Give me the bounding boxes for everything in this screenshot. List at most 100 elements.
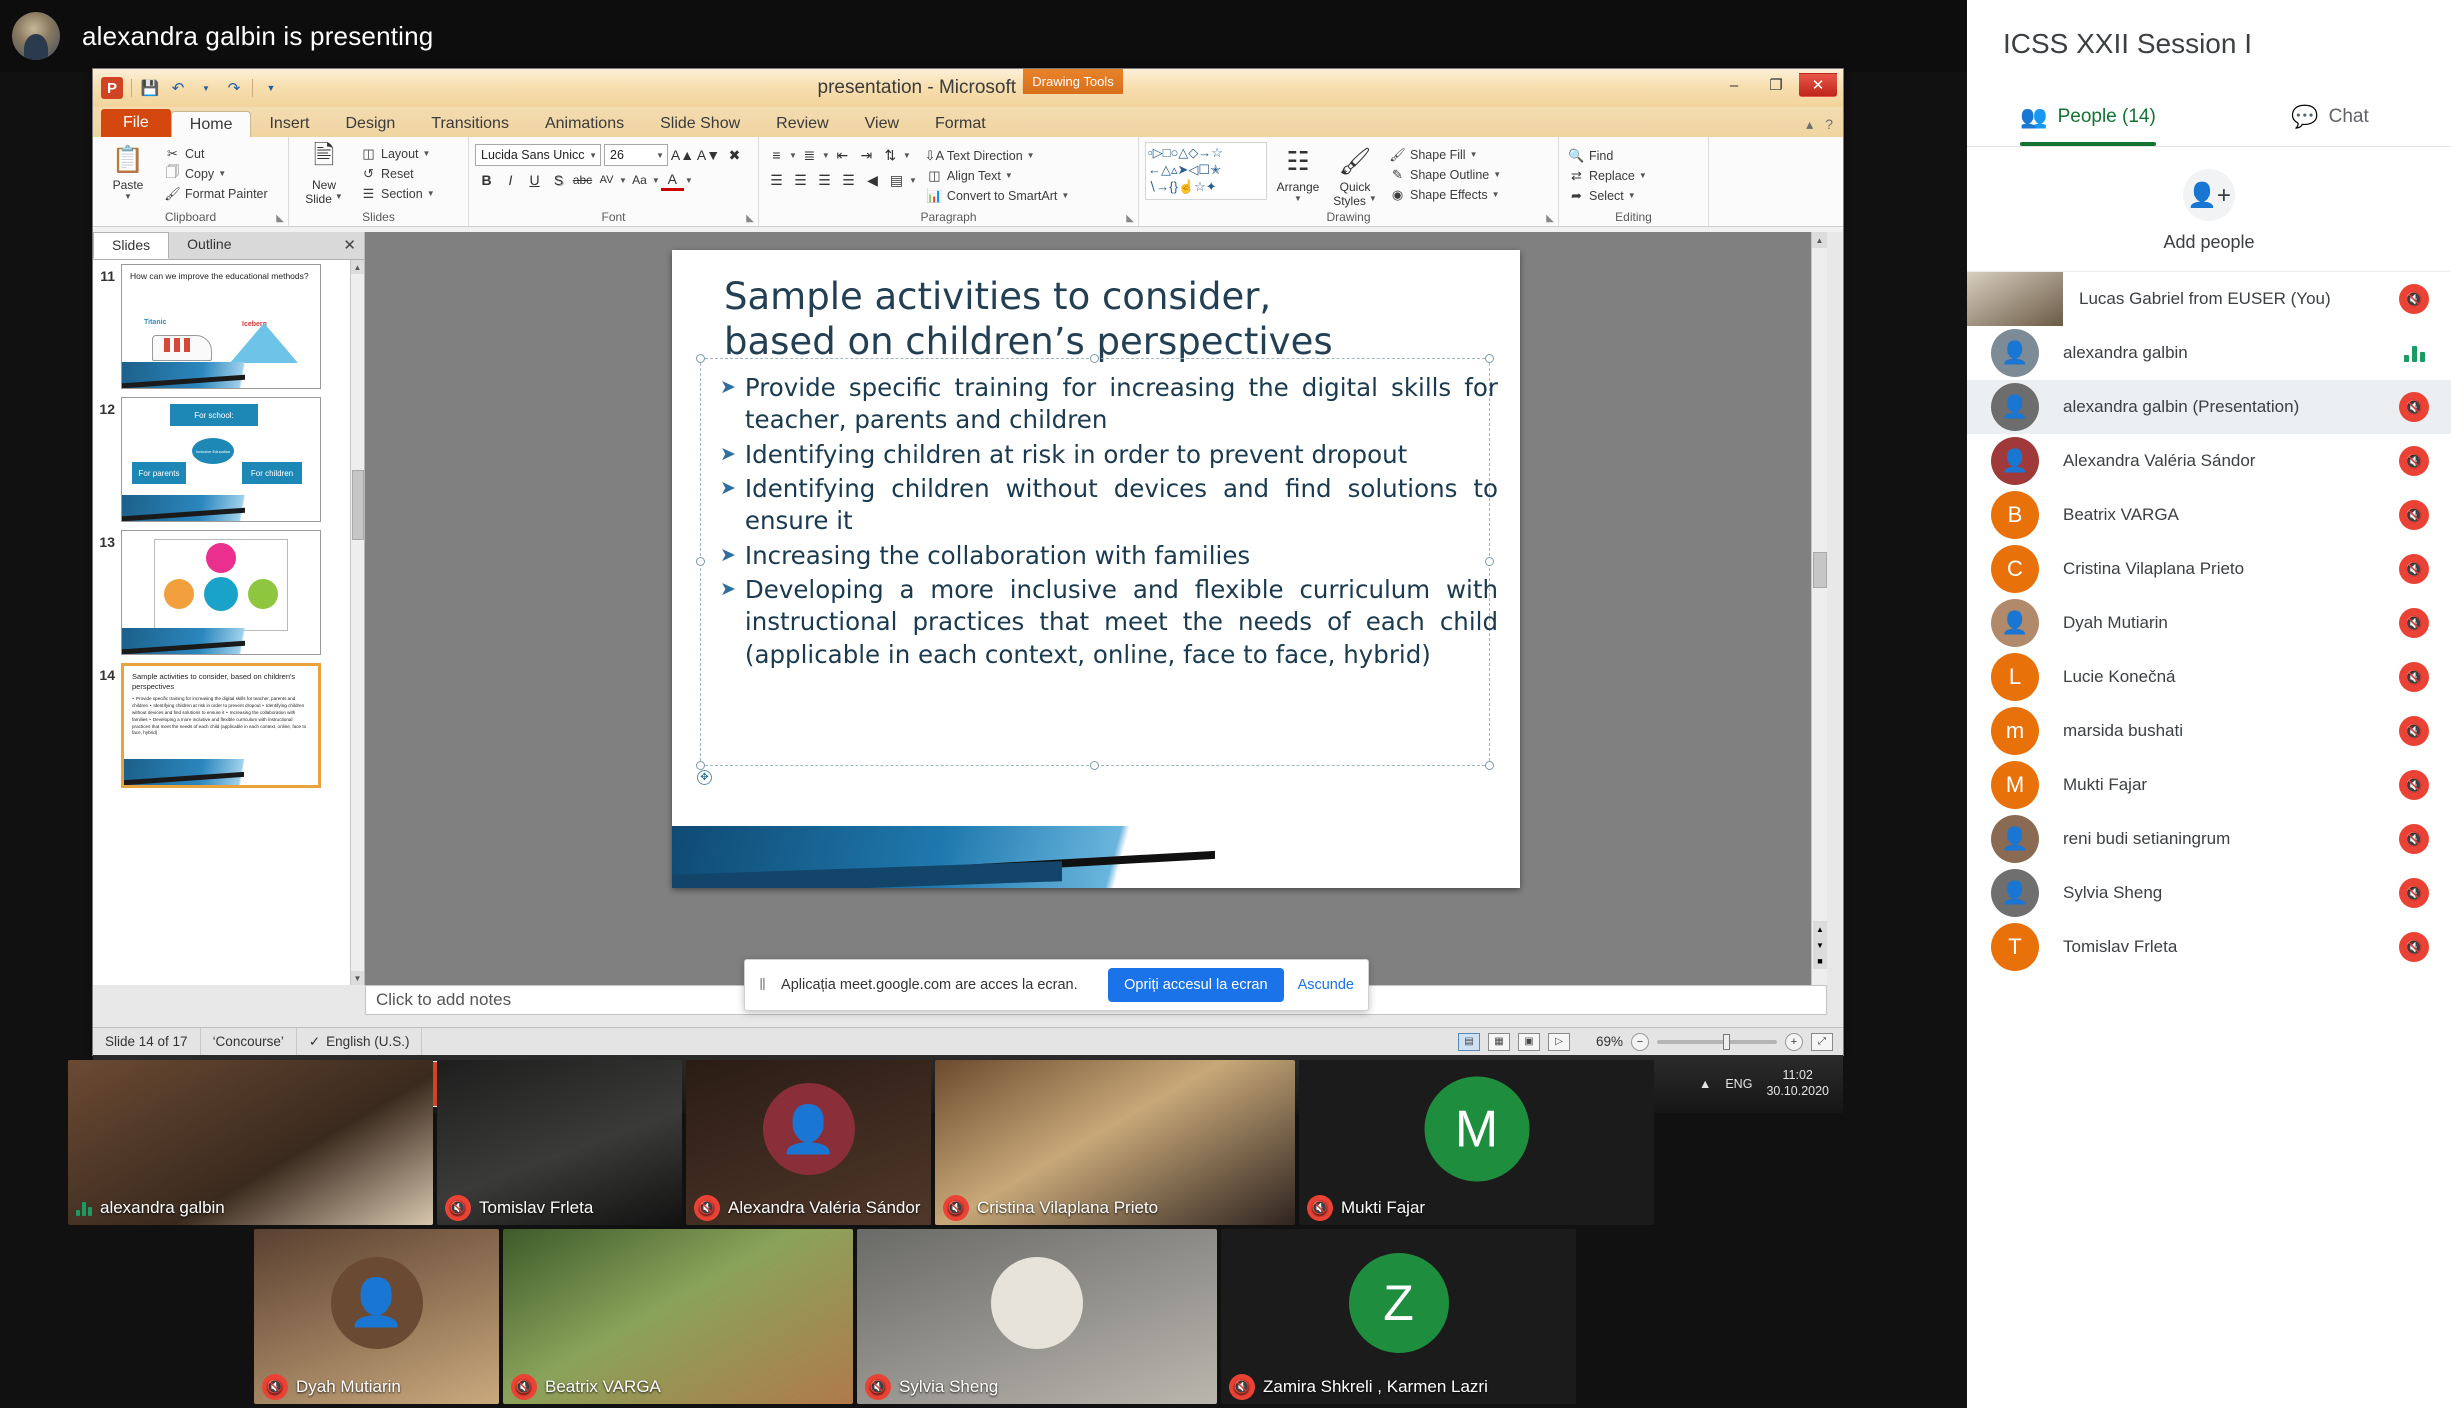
ribbon-tab-strip[interactable]: File Home Insert Design Transitions Anim… bbox=[93, 107, 1843, 137]
chevron-down-icon[interactable]: ▼ bbox=[685, 176, 693, 185]
chevron-down-icon[interactable]: ▼ bbox=[427, 189, 435, 198]
close-panel-icon[interactable]: ✕ bbox=[343, 236, 356, 254]
align-right-button[interactable]: ☰ bbox=[813, 169, 836, 191]
section-button[interactable]: ☰Section▼ bbox=[357, 184, 438, 203]
video-tile[interactable]: 🔇 Cristina Vilaplana Prieto bbox=[935, 1060, 1295, 1225]
tab-people[interactable]: 👥 People (14) bbox=[1967, 90, 2209, 146]
redo-icon[interactable]: ↷ bbox=[224, 78, 244, 98]
video-tile[interactable]: Z 🔇 Zamira Shkreli , Karmen Lazri bbox=[1221, 1229, 1576, 1404]
video-tile[interactable]: M 🔇 Mukti Fajar bbox=[1299, 1060, 1654, 1225]
chevron-down-icon[interactable]: ▼ bbox=[1628, 191, 1636, 200]
scroll-down-icon[interactable]: ▼ bbox=[351, 971, 364, 985]
mic-off-icon[interactable]: 🔇 bbox=[2399, 932, 2429, 962]
video-tile[interactable]: 🔇 Tomislav Frleta bbox=[437, 1060, 682, 1225]
resize-handle-s[interactable] bbox=[1090, 761, 1099, 770]
copy-button[interactable]: 🗍Copy▼ bbox=[161, 164, 271, 183]
list-item[interactable]: T Tomislav Frleta 🔇 bbox=[1967, 920, 2451, 974]
chevron-down-icon[interactable]: ▼ bbox=[1294, 194, 1302, 203]
tab-slides[interactable]: Slides bbox=[93, 232, 169, 259]
shape-outline-button[interactable]: ✎Shape Outline▼ bbox=[1386, 165, 1504, 184]
shrink-font-button[interactable]: A▼ bbox=[697, 144, 720, 166]
chevron-down-icon[interactable]: ▼ bbox=[652, 176, 660, 185]
normal-view-icon[interactable]: ▤ bbox=[1458, 1033, 1480, 1051]
mic-off-icon[interactable]: 🔇 bbox=[2399, 716, 2429, 746]
underline-button[interactable]: U bbox=[523, 169, 546, 191]
paragraph-dialog-launcher-icon[interactable]: ◣ bbox=[1126, 213, 1134, 224]
canvas-scrollbar[interactable]: ▲ ▲ ▼ ■ bbox=[1811, 232, 1827, 985]
chevron-down-icon[interactable]: ▼ bbox=[589, 151, 597, 160]
thumbnail-14-selected[interactable]: Sample activities to consider, based on … bbox=[121, 663, 321, 788]
zoom-slider[interactable] bbox=[1657, 1040, 1777, 1044]
font-name-combo[interactable]: Lucida Sans Unicc ▼ bbox=[475, 144, 601, 166]
list-item[interactable]: M Mukti Fajar 🔇 bbox=[1967, 758, 2451, 812]
convert-to-smartart-button[interactable]: 📊Convert to SmartArt▼ bbox=[923, 186, 1072, 205]
current-slide[interactable]: Sample activities to consider, based on … bbox=[672, 250, 1520, 888]
thumbnail-item[interactable]: 12 For school: Inclusive Education For p… bbox=[95, 397, 350, 522]
list-item[interactable]: 👤 reni budi setianingrum 🔇 bbox=[1967, 812, 2451, 866]
mic-off-icon[interactable]: 🔇 bbox=[2399, 392, 2429, 422]
character-spacing-button[interactable]: AV bbox=[595, 169, 618, 191]
chevron-down-icon[interactable]: ▼ bbox=[909, 176, 917, 185]
align-left-button[interactable]: ☰ bbox=[765, 169, 788, 191]
mic-off-icon[interactable]: 🔇 bbox=[2399, 824, 2429, 854]
justify-button[interactable]: ☰ bbox=[837, 169, 860, 191]
shape-fill-button[interactable]: 🖌Shape Fill▼ bbox=[1386, 145, 1504, 164]
thumbnail-11[interactable]: How can we improve the educational metho… bbox=[121, 264, 321, 389]
add-people-button[interactable]: 👤+ Add people bbox=[1967, 147, 2451, 271]
italic-button[interactable]: I bbox=[499, 169, 522, 191]
columns-button[interactable]: ▤ bbox=[885, 169, 908, 191]
text-direction-button[interactable]: ⇩AText Direction▼ bbox=[923, 146, 1072, 165]
fit-slide-icon[interactable]: ⤢ bbox=[1811, 1033, 1833, 1051]
find-button[interactable]: 🔍Find bbox=[1565, 146, 1702, 165]
window-controls[interactable]: – ❐ ✕ bbox=[1715, 73, 1837, 97]
rtl-button[interactable]: ◀ bbox=[861, 169, 884, 191]
list-item[interactable]: B Beatrix VARGA 🔇 bbox=[1967, 488, 2451, 542]
thumbnail-list[interactable]: 11 How can we improve the educational me… bbox=[93, 260, 350, 985]
line-spacing-button[interactable]: ⇅ bbox=[879, 144, 902, 166]
video-tile[interactable]: 👤 🔇 Dyah Mutiarin bbox=[254, 1229, 499, 1404]
video-tile[interactable]: 🔇 Sylvia Sheng bbox=[857, 1229, 1217, 1404]
scroll-up-icon[interactable]: ▲ bbox=[1812, 232, 1827, 248]
scroll-thumb[interactable] bbox=[352, 470, 364, 540]
align-center-button[interactable]: ☰ bbox=[789, 169, 812, 191]
chevron-down-icon[interactable]: ▼ bbox=[124, 192, 132, 201]
mic-off-icon[interactable]: 🔇 bbox=[2399, 554, 2429, 584]
scroll-thumb[interactable] bbox=[1813, 552, 1827, 588]
chevron-down-icon[interactable]: ▼ bbox=[335, 192, 343, 206]
chevron-down-icon[interactable]: ▼ bbox=[1005, 171, 1013, 180]
tab-outline[interactable]: Outline bbox=[169, 232, 249, 259]
rotate-handle[interactable]: ✥ bbox=[697, 770, 712, 785]
reading-view-icon[interactable]: ▣ bbox=[1518, 1033, 1540, 1051]
resize-handle-w[interactable] bbox=[696, 557, 705, 566]
tab-transitions[interactable]: Transitions bbox=[413, 111, 527, 137]
quick-styles-button[interactable]: 🖌 Quick Styles▼ bbox=[1329, 142, 1381, 208]
collapse-ribbon-icon[interactable]: ▴ bbox=[1806, 116, 1813, 133]
tab-animations[interactable]: Animations bbox=[527, 111, 642, 137]
numbering-button[interactable]: ≣ bbox=[798, 144, 821, 166]
align-text-button[interactable]: ◫Align Text▼ bbox=[923, 166, 1072, 185]
chevron-down-icon[interactable]: ▼ bbox=[656, 151, 664, 160]
list-item[interactable]: 👤 alexandra galbin bbox=[1967, 326, 2451, 380]
close-button[interactable]: ✕ bbox=[1799, 73, 1837, 97]
mic-off-icon[interactable]: 🔇 bbox=[2399, 770, 2429, 800]
chevron-down-icon[interactable]: ▼ bbox=[218, 169, 226, 178]
panel-tab-strip[interactable]: 👥 People (14) 💬 Chat bbox=[1967, 90, 2451, 147]
chevron-down-icon[interactable]: ▼ bbox=[789, 151, 797, 160]
tab-format[interactable]: Format bbox=[917, 111, 1004, 137]
grow-font-button[interactable]: A▲ bbox=[671, 144, 694, 166]
view-controls[interactable]: ▤ ▦ ▣ ▷ 69% − + ⤢ bbox=[1458, 1033, 1843, 1051]
decrease-indent-button[interactable]: ⇤ bbox=[831, 144, 854, 166]
pause-icon[interactable]: ‖ bbox=[759, 975, 767, 995]
font-size-combo[interactable]: 26 ▼ bbox=[604, 144, 668, 166]
help-icon[interactable]: ? bbox=[1825, 116, 1833, 133]
all-slides-icon[interactable]: ■ bbox=[1813, 953, 1827, 969]
new-slide-button[interactable]: 🖹 New Slide▼ bbox=[295, 140, 353, 206]
bullets-button[interactable]: ≡ bbox=[765, 144, 788, 166]
increase-indent-button[interactable]: ⇥ bbox=[855, 144, 878, 166]
ribbon-right-icons[interactable]: ▴ ? bbox=[1806, 116, 1833, 133]
tab-view[interactable]: View bbox=[847, 111, 917, 137]
thumbnail-item[interactable]: 13 Cooperrider, et al (2000) bbox=[95, 530, 350, 655]
list-item[interactable]: m marsida bushati 🔇 bbox=[1967, 704, 2451, 758]
stop-sharing-button[interactable]: Opriți accesul la ecran bbox=[1108, 968, 1283, 1002]
thumbnail-item[interactable]: 11 How can we improve the educational me… bbox=[95, 264, 350, 389]
